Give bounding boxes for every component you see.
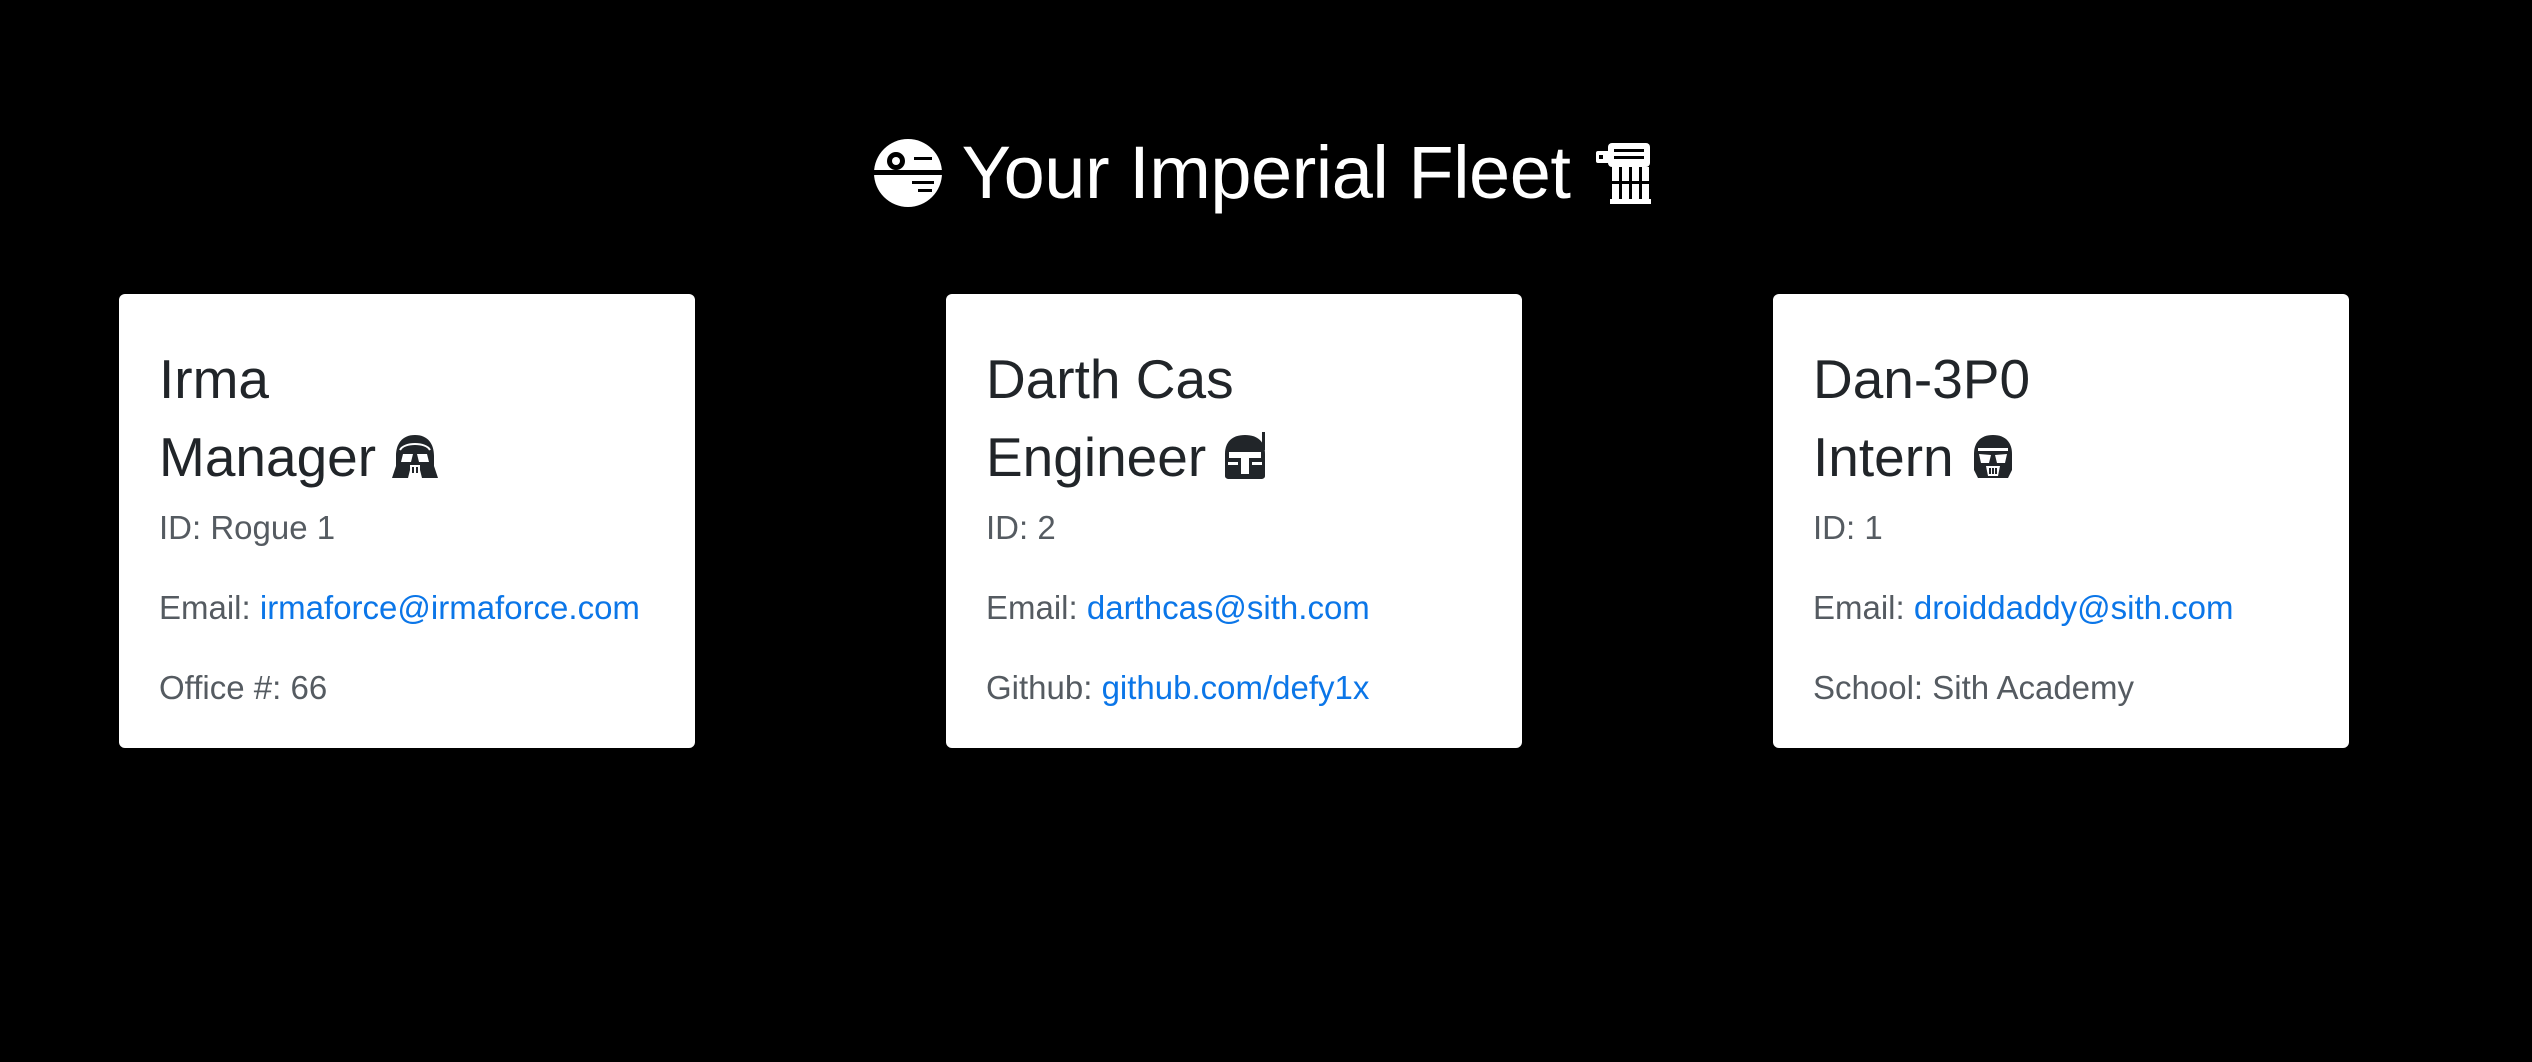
employee-role: Manager	[159, 418, 655, 496]
page-title: Your Imperial Fleet	[961, 131, 1571, 214]
employee-card: Dan-3P0 Intern ID: 1 Email: droiddaddy@s…	[1773, 294, 2349, 748]
email-link[interactable]: darthcas@sith.com	[1087, 589, 1370, 626]
employee-name: Dan-3P0	[1813, 348, 2031, 410]
death-star-icon	[871, 137, 944, 209]
id-label: ID:	[159, 509, 202, 546]
employee-email: Email: droiddaddy@sith.com	[1813, 588, 2309, 628]
employee-role: Engineer	[986, 418, 1482, 496]
school-value: Sith Academy	[1932, 669, 2135, 706]
school-label: School:	[1813, 669, 1924, 706]
employee-id: ID: 2	[986, 508, 1482, 548]
employee-name: Irma	[159, 348, 269, 410]
office-label: Office #:	[159, 669, 282, 706]
mandalorian-helmet-icon	[1220, 432, 1270, 482]
employee-role: Intern	[1813, 418, 2309, 496]
email-label: Email:	[159, 589, 251, 626]
employee-name: Darth Cas	[986, 348, 1234, 410]
employee-role-label: Intern	[1813, 426, 1954, 488]
employee-email: Email: darthcas@sith.com	[986, 588, 1482, 628]
employee-id: ID: 1	[1813, 508, 2309, 548]
employee-card: Darth Cas Engineer ID: 2 Email: darthcas…	[946, 294, 1522, 748]
id-label: ID:	[1813, 509, 1856, 546]
email-label: Email:	[986, 589, 1078, 626]
employee-card: Irma Manager ID: Rogue 1 Email: irmaforc…	[119, 294, 695, 748]
employee-id: ID: Rogue 1	[159, 508, 655, 548]
employee-role-label: Engineer	[986, 426, 1207, 488]
employee-github: Github: github.com/defy1x	[986, 668, 1482, 708]
stormtrooper-helmet-icon	[1968, 432, 2018, 482]
github-link[interactable]: github.com/defy1x	[1102, 669, 1370, 706]
darth-vader-helmet-icon	[390, 432, 440, 482]
id-value: 2	[1037, 509, 1056, 546]
email-link[interactable]: irmaforce@irmaforce.com	[260, 589, 640, 626]
id-label: ID:	[986, 509, 1029, 546]
page-header: Your Imperial Fleet	[0, 118, 2532, 228]
email-link[interactable]: droiddaddy@sith.com	[1914, 589, 2234, 626]
email-label: Email:	[1813, 589, 1905, 626]
employee-role-label: Manager	[159, 426, 377, 488]
id-value: Rogue 1	[210, 509, 336, 546]
id-value: 1	[1864, 509, 1883, 546]
employee-office: Office #: 66	[159, 668, 655, 708]
github-label: Github:	[986, 669, 1093, 706]
employee-email: Email: irmaforce@irmaforce.com	[159, 588, 655, 628]
office-value: 66	[290, 669, 328, 706]
at-at-walker-icon	[1588, 137, 1660, 209]
employee-school: School: Sith Academy	[1813, 668, 2309, 708]
